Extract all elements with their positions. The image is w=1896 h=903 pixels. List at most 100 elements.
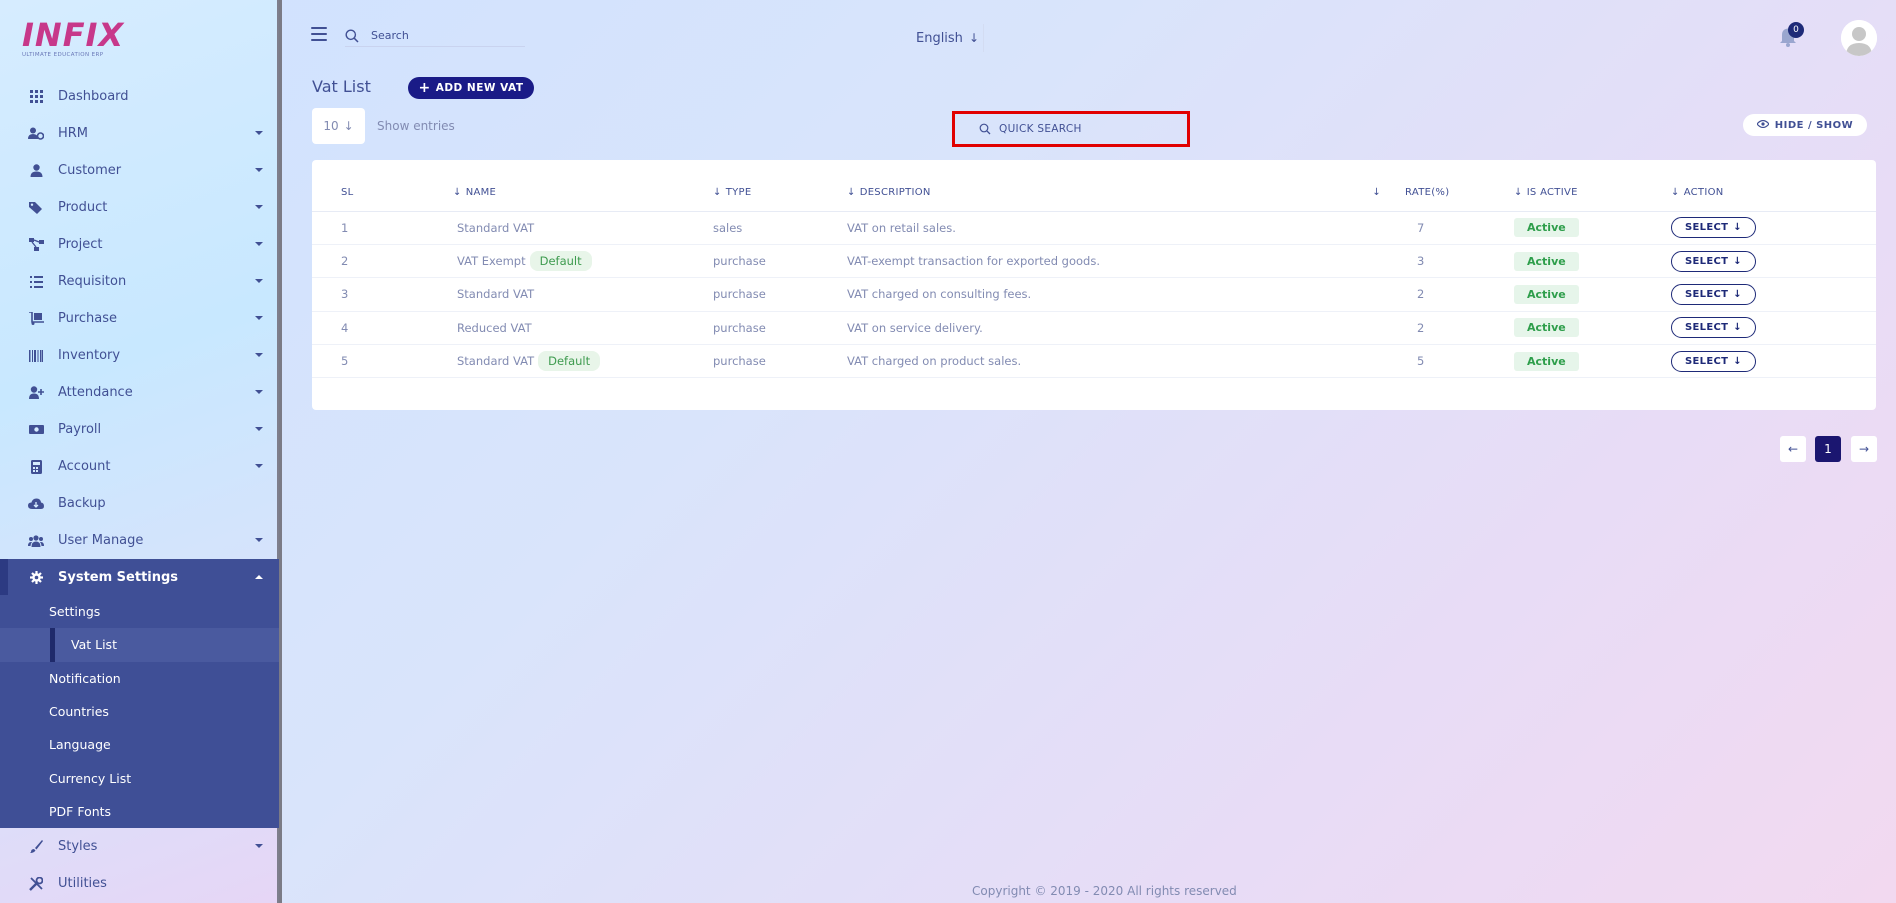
sidebar-subitem-countries[interactable]: Countries [0, 695, 281, 728]
avatar[interactable] [1841, 20, 1877, 56]
cell-action: SELECT ↓ [1671, 211, 1876, 245]
logo[interactable]: INFIX ULTIMATE EDUCATION ERP [22, 18, 123, 60]
barcode-icon [28, 348, 44, 364]
gear-icon [28, 569, 44, 585]
sidebar-item-product[interactable]: Product [0, 189, 281, 226]
entries-label: Show entries [377, 119, 455, 133]
cell-description: VAT on service delivery. [847, 311, 1381, 346]
sidebar-subitem-notification[interactable]: Notification [0, 662, 281, 695]
sidebar-item-styles[interactable]: Styles [0, 828, 281, 865]
pagination-prev[interactable]: ← [1780, 436, 1806, 462]
project-diagram-icon [28, 237, 44, 253]
sidebar-item-dashboard[interactable]: Dashboard [0, 78, 281, 115]
cell-action: SELECT ↓ [1671, 344, 1876, 379]
sidebar-item-attendance[interactable]: Attendance [0, 374, 281, 411]
chevron-down-icon [255, 242, 263, 246]
chevron-down-icon [255, 279, 263, 283]
column-header-description[interactable]: ↓ DESCRIPTION ↓ [847, 174, 1381, 212]
sidebar-item-system-settings[interactable]: System Settings [0, 559, 281, 595]
select-button[interactable]: SELECT ↓ [1671, 283, 1756, 305]
cell-name: Standard VAT [370, 277, 713, 312]
sidebar-item-payroll[interactable]: Payroll [0, 411, 281, 448]
vat-name: Reduced VAT [457, 320, 532, 335]
cell-blank [1381, 211, 1405, 245]
column-header-type[interactable]: ↓ TYPE [713, 174, 847, 212]
sidebar-item-account[interactable]: Account [0, 448, 281, 485]
select-label: SELECT [1685, 222, 1729, 234]
language-select[interactable]: English ↓ [912, 24, 984, 52]
hamburger-menu-icon[interactable] [311, 27, 327, 41]
sidebar-item-backup[interactable]: Backup [0, 485, 281, 522]
chevron-down-icon [255, 353, 263, 357]
topbar: English ↓ 0 [305, 20, 1877, 56]
chevron-down-icon [255, 427, 263, 431]
sidebar-item-purchase[interactable]: Purchase [0, 300, 281, 337]
sidebar-item-label: Dashboard [58, 89, 129, 104]
column-label: RATE(%) [1405, 186, 1450, 198]
column-header-sl[interactable]: SL [312, 174, 370, 212]
cell-sl: 5 [312, 344, 370, 379]
sidebar-subitem-settings[interactable]: Settings [0, 595, 281, 628]
cell-rate: 2 [1405, 311, 1514, 346]
eye-icon [1755, 119, 1770, 131]
column-label: TYPE [725, 186, 752, 198]
sidebar-item-project[interactable]: Project [0, 226, 281, 263]
sort-arrow-icon: ↓ [1514, 186, 1523, 198]
cell-name: VAT Exempt Default [370, 244, 713, 279]
pagination-next[interactable]: → [1851, 436, 1877, 462]
chevron-up-icon [255, 575, 263, 579]
chevron-down-icon [255, 168, 263, 172]
chevron-down-icon [255, 464, 263, 468]
sidebar-item-label: Customer [58, 163, 122, 178]
column-header-action[interactable]: ↓ ACTION [1671, 174, 1876, 212]
chevron-down-icon [255, 316, 263, 320]
add-new-vat-label: ADD NEW VAT [435, 82, 524, 94]
entries-select[interactable]: 10 ↓ [312, 108, 365, 144]
user-icon [28, 163, 44, 179]
sidebar-item-utilities[interactable]: Utilities [0, 865, 281, 902]
chevron-down-icon [255, 844, 263, 849]
hide-show-button[interactable]: HIDE / SHOW [1743, 114, 1867, 136]
cell-status: Active [1514, 344, 1671, 379]
quick-search-input[interactable] [999, 123, 1179, 135]
select-label: SELECT [1685, 322, 1729, 334]
cell-blank [1381, 311, 1405, 346]
arrow-down-icon: ↓ [343, 119, 354, 133]
sidebar-item-label: Inventory [58, 348, 121, 363]
sidebar-subitem-currency-list[interactable]: Currency List [0, 761, 281, 794]
select-button[interactable]: SELECT ↓ [1671, 217, 1756, 239]
cell-status: Active [1514, 277, 1671, 312]
sidebar-item-inventory[interactable]: Inventory [0, 337, 281, 374]
search-input[interactable] [371, 29, 511, 42]
column-header-name[interactable]: ↓ NAME [370, 174, 713, 212]
sidebar-item-label: Project [58, 237, 103, 252]
cell-status: Active [1514, 311, 1671, 346]
column-label: DESCRIPTION [859, 186, 931, 198]
cell-sl: 3 [312, 277, 370, 312]
sort-arrow-icon: ↓ [1372, 186, 1381, 198]
sidebar-subitem-vat-list[interactable]: Vat List [0, 628, 281, 662]
sidebar-item-user-manage[interactable]: User Manage [0, 522, 281, 559]
column-header-is-active[interactable]: ↓ IS ACTIVE [1514, 174, 1671, 212]
select-button[interactable]: SELECT ↓ [1671, 350, 1756, 372]
cell-name: Standard VAT Default [370, 344, 713, 379]
column-header-rate[interactable]: RATE(%) [1405, 174, 1514, 212]
cell-status: Active [1514, 211, 1671, 245]
sidebar-subitem-language[interactable]: Language [0, 728, 281, 761]
vat-name: VAT Exempt [457, 254, 526, 269]
table-header-row: SL ↓ NAME ↓ TYPE ↓ DESCRIPTION ↓ RATE(%) ↓ IS… [312, 174, 1876, 212]
cell-description: VAT charged on product sales. [847, 344, 1381, 379]
vat-name: Standard VAT [457, 220, 535, 235]
sidebar-item-label: Account [58, 459, 111, 474]
sidebar-item-hrm[interactable]: HRM [0, 115, 281, 152]
select-button[interactable]: SELECT ↓ [1671, 317, 1756, 339]
select-button[interactable]: SELECT ↓ [1671, 250, 1756, 272]
chevron-down-icon [255, 131, 263, 135]
sidebar-item-customer[interactable]: Customer [0, 152, 281, 189]
sidebar-scrollbar[interactable] [279, 0, 282, 903]
cell-action: SELECT ↓ [1671, 244, 1876, 279]
sidebar-subitem-pdf-fonts[interactable]: PDF Fonts [0, 795, 281, 828]
add-new-vat-button[interactable]: + ADD NEW VAT [408, 77, 534, 99]
pagination-page-1[interactable]: 1 [1815, 436, 1841, 462]
sidebar-item-requisition[interactable]: Requisiton [0, 263, 281, 300]
